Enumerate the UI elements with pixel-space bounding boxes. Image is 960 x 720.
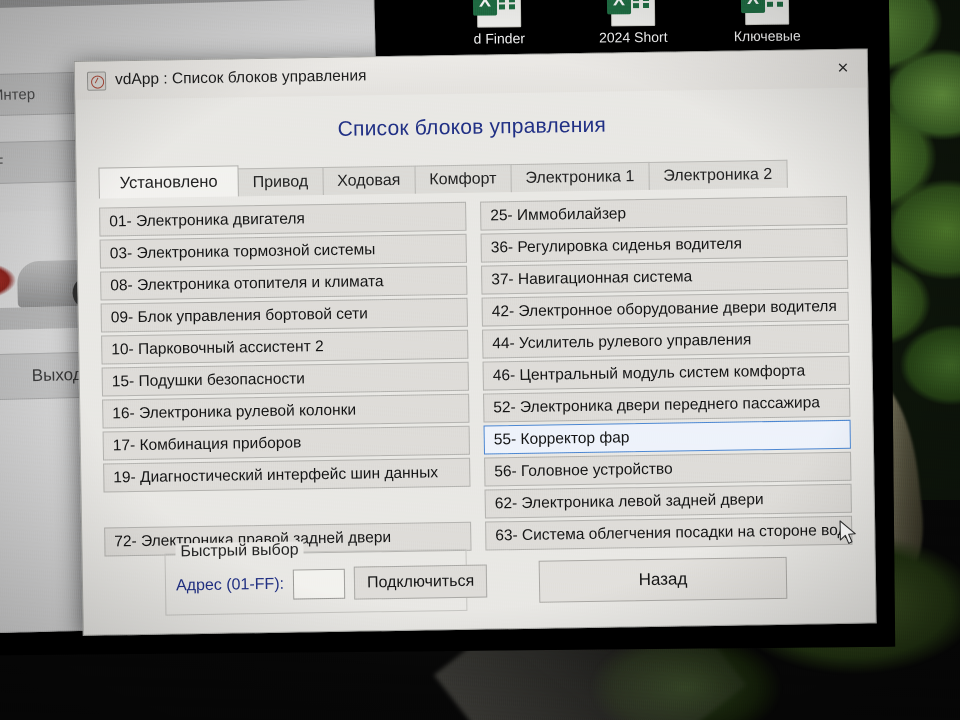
tab-hodovaya[interactable]: Ходовая bbox=[321, 165, 416, 196]
address-input[interactable] bbox=[292, 568, 346, 600]
list-item[interactable]: 63- Система облегчения посадки на сторон… bbox=[485, 515, 853, 551]
control-units-dialog: vdApp : Список блоков управления × Списо… bbox=[73, 48, 877, 636]
list-item[interactable]: 10- Парковочный ассистент 2 bbox=[101, 329, 469, 365]
list-item[interactable]: 09- Блок управления бортовой сети bbox=[100, 297, 468, 333]
control-unit-lists: 01- Электроника двигателя 03- Электроника… bbox=[99, 187, 853, 560]
tab-komfort[interactable]: Комфорт bbox=[414, 164, 512, 194]
list-item[interactable]: 01- Электроника двигателя bbox=[99, 201, 467, 237]
excel-file-icon: X bbox=[610, 0, 656, 27]
list-item[interactable]: 36- Регулировка сиденья водителя bbox=[480, 227, 848, 263]
list-item[interactable]: 03- Электроника тормозной системы bbox=[99, 233, 467, 269]
desktop-icon-row: X d Finder X 2024 Short X Ключевые bbox=[451, 0, 816, 47]
list-item[interactable]: 08- Электроника отопителя и климата bbox=[100, 265, 468, 301]
list-item[interactable]: 42- Электронное оборудование двери водит… bbox=[481, 291, 849, 327]
quick-select-legend: Быстрый выбор bbox=[175, 541, 304, 562]
list-item[interactable]: 15- Подушки безопасности bbox=[101, 361, 469, 397]
desktop-icon[interactable]: X d Finder bbox=[451, 0, 548, 47]
connect-button[interactable]: Подключиться bbox=[353, 564, 488, 600]
tab-ustanovleno[interactable]: Установлено bbox=[98, 165, 239, 199]
excel-file-icon: X bbox=[476, 0, 522, 28]
address-label: Адрес (01-FF): bbox=[175, 575, 285, 594]
list-item[interactable]: 37- Навигационная система bbox=[481, 259, 849, 295]
excel-file-icon: X bbox=[744, 0, 790, 26]
list-item[interactable]: 16- Электроника рулевой колонки bbox=[102, 393, 470, 429]
dialog-title: vdApp : Список блоков управления bbox=[114, 67, 367, 89]
list-item[interactable]: 56- Головное устройство bbox=[484, 451, 852, 487]
back-button[interactable]: Назад bbox=[538, 556, 788, 603]
list-item[interactable]: 62- Электроника левой задней двери bbox=[484, 483, 852, 519]
tab-elektronika-1[interactable]: Электроника 1 bbox=[510, 161, 650, 193]
tab-elektronika-2[interactable]: Электроника 2 bbox=[648, 159, 788, 190]
list-item-spacer bbox=[104, 490, 471, 525]
desktop-icon-label: d Finder bbox=[473, 30, 526, 47]
monitor-screen: X d Finder X 2024 Short X Ключевые Сброс bbox=[0, 0, 896, 656]
quick-select-group: Быстрый выбор Адрес (01-FF): Подключитьс… bbox=[164, 541, 488, 616]
desktop-icon-label: Ключевые bbox=[733, 27, 801, 45]
desktop-icon-label: 2024 Short bbox=[598, 28, 668, 46]
list-item[interactable]: 17- Комбинация приборов bbox=[102, 425, 470, 461]
tab-privod[interactable]: Привод bbox=[237, 167, 324, 197]
photo-scene: X d Finder X 2024 Short X Ключевые Сброс bbox=[0, 0, 960, 720]
list-item[interactable]: 19- Диагностический интерфейс шин данных bbox=[103, 457, 471, 493]
desktop-icon[interactable]: X 2024 Short bbox=[585, 0, 682, 46]
list-item[interactable]: 25- Иммобилайзер bbox=[480, 195, 848, 231]
close-icon[interactable]: × bbox=[819, 49, 868, 88]
list-item[interactable]: 46- Центральный модуль систем комфорта bbox=[482, 355, 850, 391]
list-item[interactable]: 55- Корректор фар bbox=[483, 419, 851, 455]
control-unit-list-left: 01- Электроника двигателя 03- Электроника… bbox=[99, 201, 472, 560]
vdapp-icon bbox=[86, 70, 107, 91]
list-item[interactable]: 44- Усилитель рулевого управления bbox=[482, 323, 850, 359]
list-item[interactable]: 52- Электроника двери переднего пассажир… bbox=[483, 387, 851, 423]
control-unit-list-right: 25- Иммобилайзер 36- Регулировка сиденья … bbox=[480, 195, 853, 554]
background-window-header bbox=[0, 0, 374, 9]
desktop-icon[interactable]: X Ключевые bbox=[719, 0, 816, 44]
